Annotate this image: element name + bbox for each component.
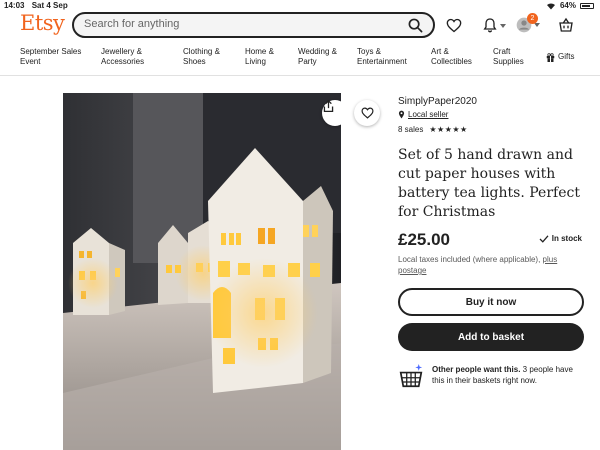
basket-button[interactable] xyxy=(556,15,576,35)
basket-sparkle-icon xyxy=(399,364,423,388)
nav-item-home-living[interactable]: Home & Living xyxy=(245,47,274,67)
etsy-logo[interactable]: Etsy xyxy=(20,11,65,35)
status-time: 14:03 xyxy=(4,1,25,10)
search-icon[interactable] xyxy=(408,18,423,33)
local-seller[interactable]: Local seller xyxy=(398,110,448,119)
notifications-button[interactable] xyxy=(480,15,506,35)
share-icon xyxy=(323,100,334,113)
buy-it-now-button[interactable]: Buy it now xyxy=(398,288,584,316)
cart-badge: 2 xyxy=(527,13,538,24)
heart-icon xyxy=(446,18,462,32)
header: Etsy 2 xyxy=(0,11,600,39)
share-button[interactable] xyxy=(322,100,341,126)
tax-note: Local taxes included (where applicable),… xyxy=(398,255,558,275)
status-date: Sat 4 Sep xyxy=(31,1,68,10)
shop-name-link[interactable]: SimplyPaper2020 xyxy=(398,96,584,107)
demand-heading: Other people want this. xyxy=(432,365,521,374)
paper-houses-photo xyxy=(63,93,341,450)
check-icon xyxy=(539,234,549,243)
star-rating[interactable]: ★★★★★ xyxy=(429,125,467,134)
chevron-down-icon xyxy=(500,24,506,28)
price: £25.00 xyxy=(398,230,450,249)
sales-count: 8 sales xyxy=(398,125,424,134)
local-seller-label: Local seller xyxy=(408,110,449,119)
basket-icon xyxy=(559,17,573,32)
stock-status: In stock xyxy=(539,234,582,243)
chevron-down-icon xyxy=(534,23,540,27)
battery-icon xyxy=(580,2,594,9)
bell-icon xyxy=(483,18,497,33)
nav-item-craft[interactable]: Craft Supplies xyxy=(493,47,524,67)
nav-item-september-sales[interactable]: September Sales Event xyxy=(20,47,81,67)
status-bar: 14:03 Sat 4 Sep 64% xyxy=(0,0,600,11)
wifi-icon xyxy=(546,2,555,10)
product-image[interactable] xyxy=(63,93,341,450)
nav-item-gifts[interactable]: Gifts xyxy=(546,52,574,62)
add-to-basket-button[interactable]: Add to basket xyxy=(398,323,584,351)
nav-item-clothing[interactable]: Clothing & Shoes xyxy=(183,47,220,67)
nav-item-art[interactable]: Art & Collectibles xyxy=(431,47,472,67)
heart-icon xyxy=(360,107,374,119)
nav-item-wedding[interactable]: Wedding & Party xyxy=(298,47,337,67)
sales-rating: 8 sales ★★★★★ xyxy=(398,125,468,134)
listing-info: SimplyPaper2020 Local seller 8 sales ★★★… xyxy=(398,96,584,388)
nav-item-jewellery[interactable]: Jewellery & Accessories xyxy=(101,47,144,67)
account-button[interactable]: 2 xyxy=(516,13,540,33)
listing-title: Set of 5 hand drawn and cut paper houses… xyxy=(398,147,580,220)
category-nav: September Sales Event Jewellery & Accessor… xyxy=(0,46,600,76)
search-bar[interactable] xyxy=(72,12,435,38)
favourites-button[interactable] xyxy=(444,15,464,35)
demand-notice: Other people want this. 3 people have th… xyxy=(398,364,584,388)
nav-item-toys[interactable]: Toys & Entertainment xyxy=(357,47,407,67)
favourite-button[interactable] xyxy=(354,100,380,126)
gift-icon xyxy=(546,52,555,62)
battery-percent: 64% xyxy=(559,1,576,10)
location-pin-icon xyxy=(398,110,405,119)
search-input[interactable] xyxy=(84,18,384,30)
